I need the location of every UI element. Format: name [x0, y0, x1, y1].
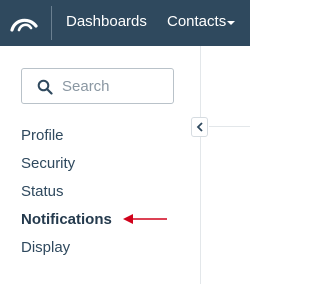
search-icon: [37, 79, 53, 95]
collapse-sidebar-button[interactable]: [191, 117, 208, 137]
search-box[interactable]: [21, 68, 174, 104]
chevron-left-icon: [196, 122, 203, 132]
sidebar-divider: [200, 46, 201, 284]
logo-icon[interactable]: [10, 13, 38, 33]
nav-contacts[interactable]: Contacts: [167, 13, 226, 31]
nav-dashboards[interactable]: Dashboards: [66, 13, 147, 31]
sidebar-item-profile[interactable]: Profile: [21, 127, 112, 145]
chevron-down-icon[interactable]: [227, 21, 235, 25]
nav-divider: [51, 6, 52, 40]
settings-menu: Profile Security Status Notifications Di…: [21, 127, 112, 267]
arrow-left-icon: [123, 214, 167, 224]
sidebar-item-status[interactable]: Status: [21, 183, 112, 201]
content-divider: [209, 126, 250, 127]
top-navigation-bar: Dashboards Contacts: [0, 0, 250, 46]
search-input[interactable]: [62, 69, 170, 103]
sidebar-item-display[interactable]: Display: [21, 239, 112, 257]
sidebar-item-security[interactable]: Security: [21, 155, 112, 173]
sidebar-item-notifications[interactable]: Notifications: [21, 211, 112, 229]
